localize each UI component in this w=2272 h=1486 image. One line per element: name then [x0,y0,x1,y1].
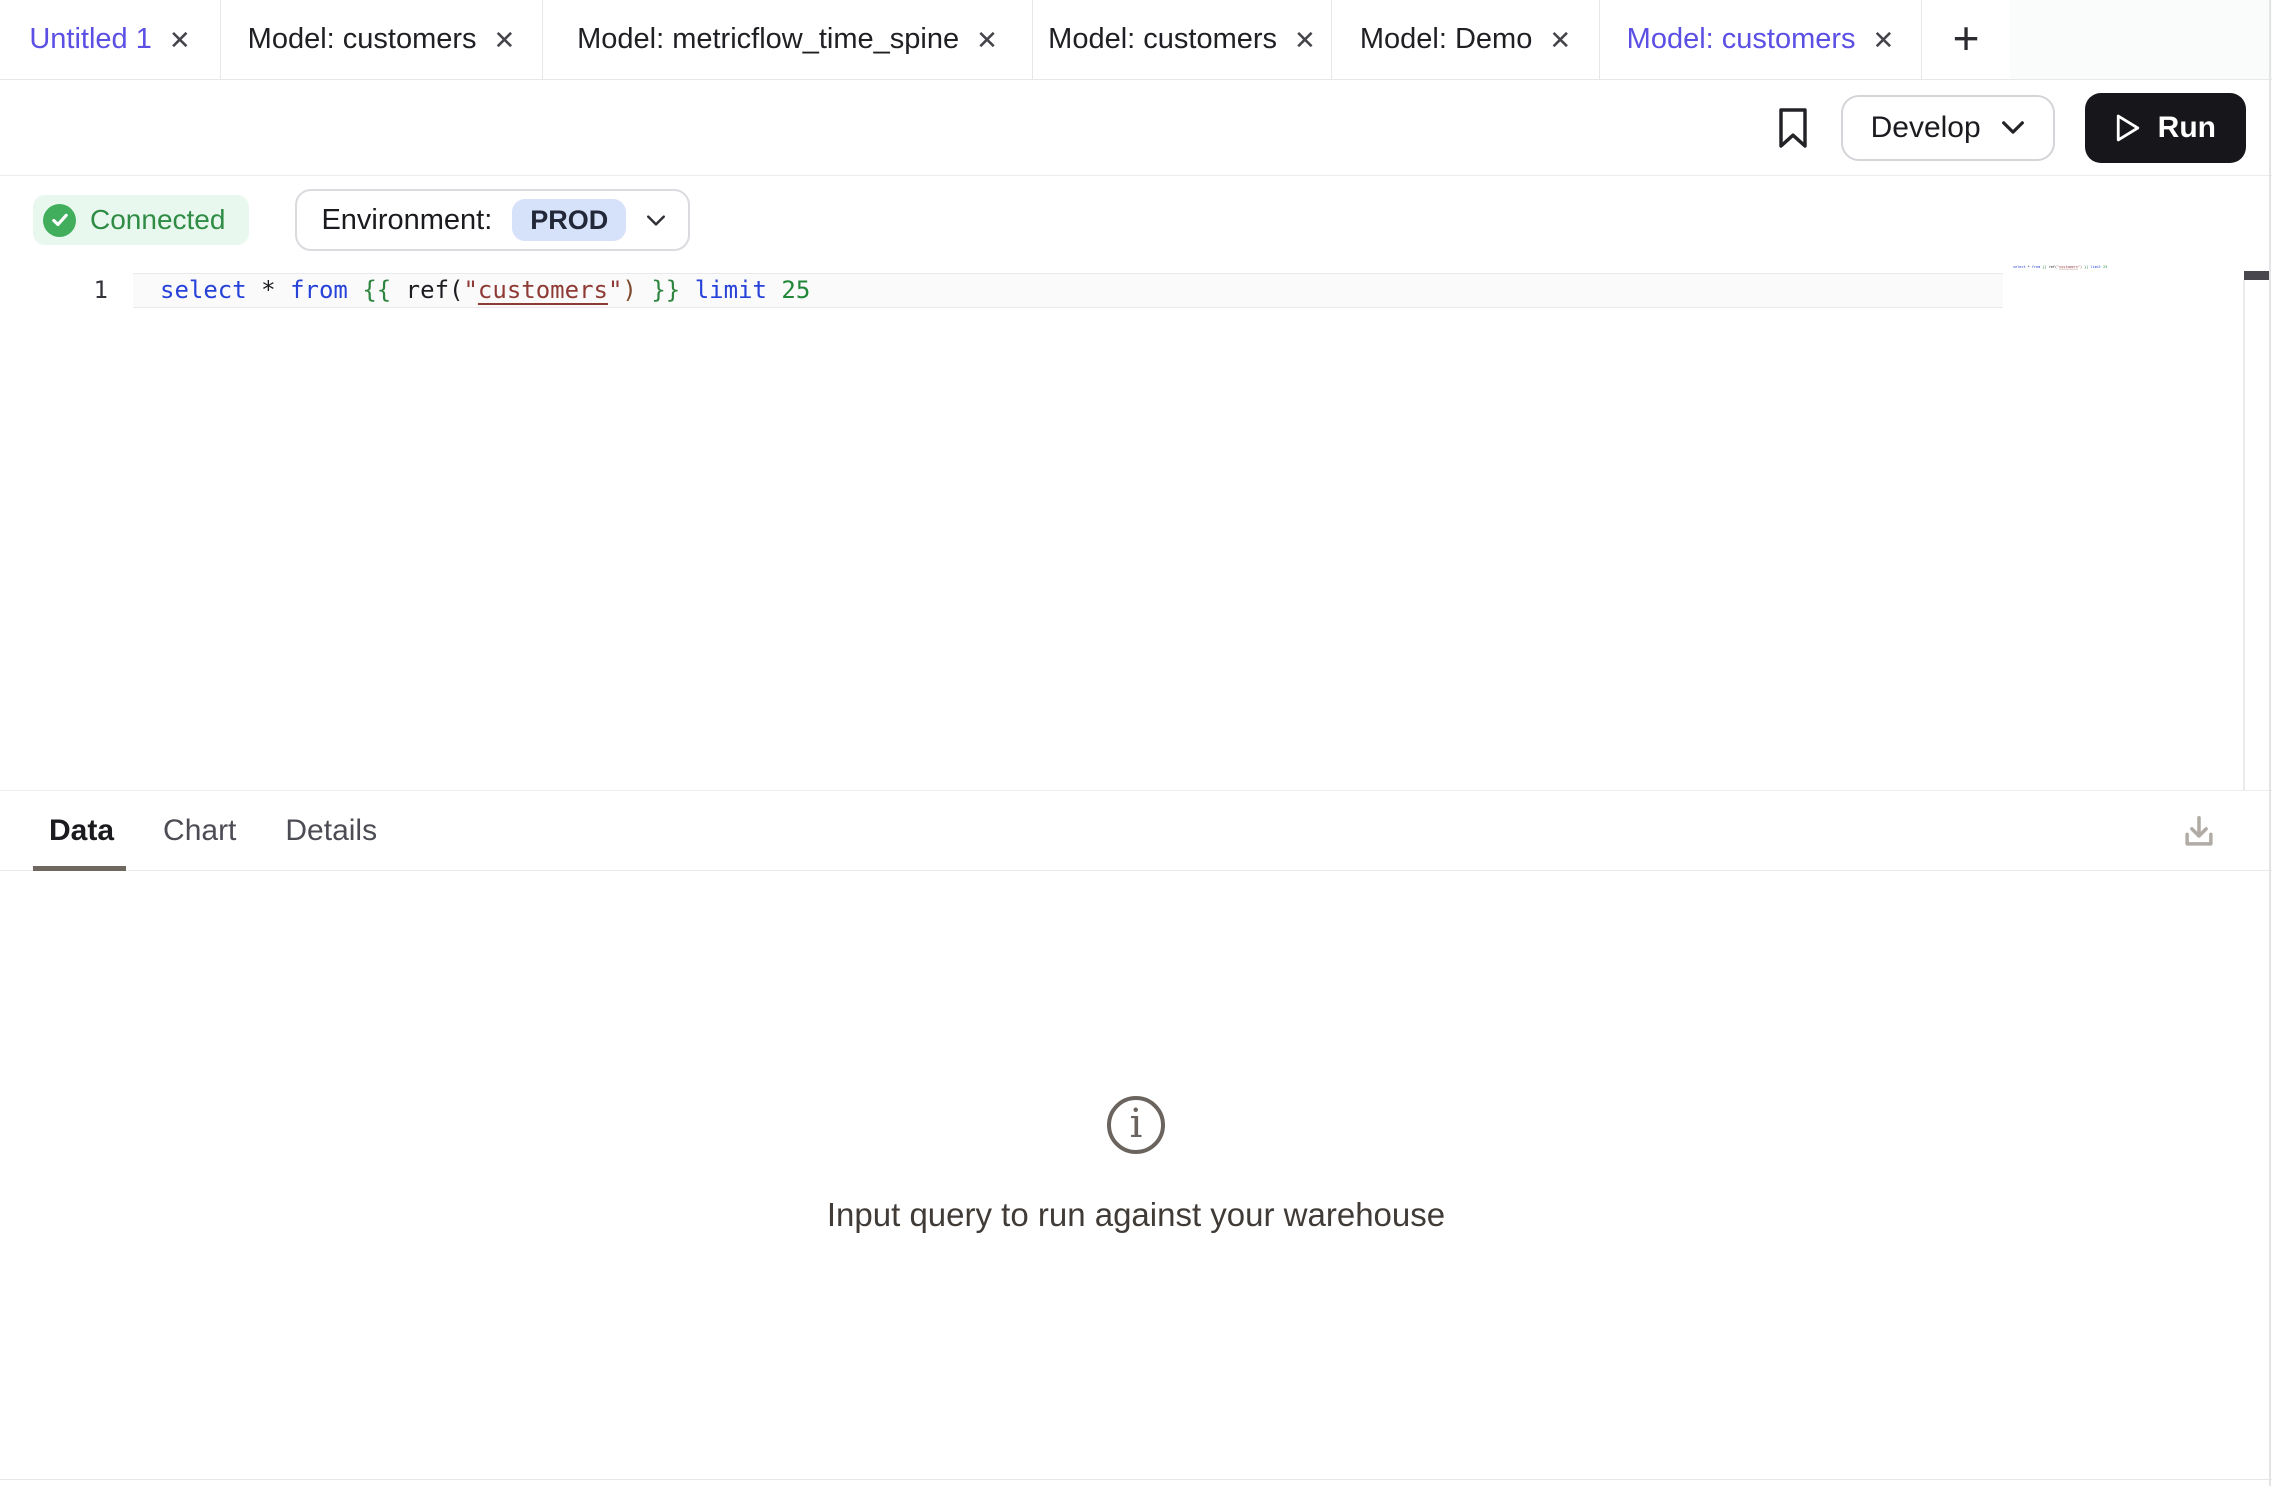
close-icon[interactable]: ✕ [1873,27,1895,53]
code-token: ref( [391,276,463,304]
close-icon[interactable]: ✕ [169,27,191,53]
results-pane: Data Chart Details i Input query to run … [0,790,2272,1480]
code-token: " [463,276,477,304]
tab-label: Model: metricflow_time_spine [577,23,959,56]
tab-model-demo[interactable]: Model: Demo ✕ [1332,0,1600,79]
tab-label: Model: customers [1627,23,1856,56]
editor-tab-bar: Untitled 1 ✕ Model: customers ✕ Model: m… [0,0,2272,80]
close-icon[interactable]: ✕ [494,27,516,53]
close-icon[interactable]: ✕ [1549,27,1571,53]
run-button[interactable]: Run [2085,93,2246,163]
empty-state-message: Input query to run against your warehous… [827,1196,1445,1234]
tab-model-metricflow-time-spine[interactable]: Model: metricflow_time_spine ✕ [543,0,1033,79]
develop-dropdown[interactable]: Develop [1841,95,2055,161]
tab-model-customers-1[interactable]: Model: customers ✕ [221,0,543,79]
tab-details[interactable]: Details [285,814,377,848]
tab-label: Model: customers [1048,23,1277,56]
plus-icon: + [1953,15,1980,61]
tab-data[interactable]: Data [49,814,114,848]
code-token: limit [695,276,767,304]
results-tab-bar: Data Chart Details [0,791,2272,871]
tab-label: Model: Demo [1360,23,1532,56]
tab-label: Untitled 1 [29,23,152,56]
code-token: " [608,276,622,304]
new-tab-button[interactable]: + [1922,0,2010,79]
close-icon[interactable]: ✕ [1294,27,1316,53]
connected-label: Connected [90,204,225,236]
environment-value-chip: PROD [512,199,626,241]
active-tab-underline [33,866,126,871]
play-icon [2115,113,2141,143]
code-token: from [290,276,348,304]
tab-model-customers-3[interactable]: Model: customers ✕ [1600,0,1922,79]
close-icon[interactable]: ✕ [976,27,998,53]
editor-minimap[interactable]: select * from {{ ref("customers") }} lim… [2013,265,2123,283]
line-number: 1 [0,273,108,308]
environment-label: Environment: [321,204,492,237]
tab-model-customers-2[interactable]: Model: customers ✕ [1033,0,1332,79]
tab-untitled-1[interactable]: Untitled 1 ✕ [0,0,221,79]
empty-state: i Input query to run against your wareho… [0,1096,2272,1234]
ide-window: Untitled 1 ✕ Model: customers ✕ Model: m… [0,0,2272,1486]
code-token: 25 [781,276,810,304]
code-token: select [160,276,247,304]
scrollbar-thumb[interactable] [2244,271,2270,280]
tab-bar-empty-space [2010,0,2272,79]
chevron-down-icon [2001,120,2025,135]
chevron-down-icon [646,214,666,227]
connection-status-row: Connected Environment: PROD [0,176,2272,264]
code-token [348,276,362,304]
run-label: Run [2158,111,2216,145]
code-token [767,276,781,304]
code-token [680,276,694,304]
info-icon: i [1107,1096,1165,1154]
code-token [637,276,651,304]
minimap-code-line: select * from {{ ref("customers") }} lim… [2013,265,2029,269]
sql-editor[interactable]: 1 select * from {{ ref("customers") }} l… [0,264,2272,790]
tab-label: Model: customers [248,23,477,56]
develop-label: Develop [1871,111,1981,145]
check-icon [43,204,76,237]
code-line[interactable]: select * from {{ ref("customers") }} lim… [160,273,810,308]
code-token: {{ [362,276,391,304]
code-token-ref-link[interactable]: customers [478,276,608,304]
download-icon[interactable] [2180,813,2218,859]
scrollbar-track[interactable] [2243,280,2245,790]
code-token: ) [622,276,636,304]
environment-selector[interactable]: Environment: PROD [295,189,690,251]
connected-badge: Connected [33,195,249,245]
toolbar: Develop Run [0,80,2272,176]
bookmark-icon[interactable] [1775,106,1811,150]
window-right-border [2269,0,2271,1486]
code-token: }} [651,276,680,304]
code-token: * [247,276,290,304]
tab-chart[interactable]: Chart [163,814,236,848]
